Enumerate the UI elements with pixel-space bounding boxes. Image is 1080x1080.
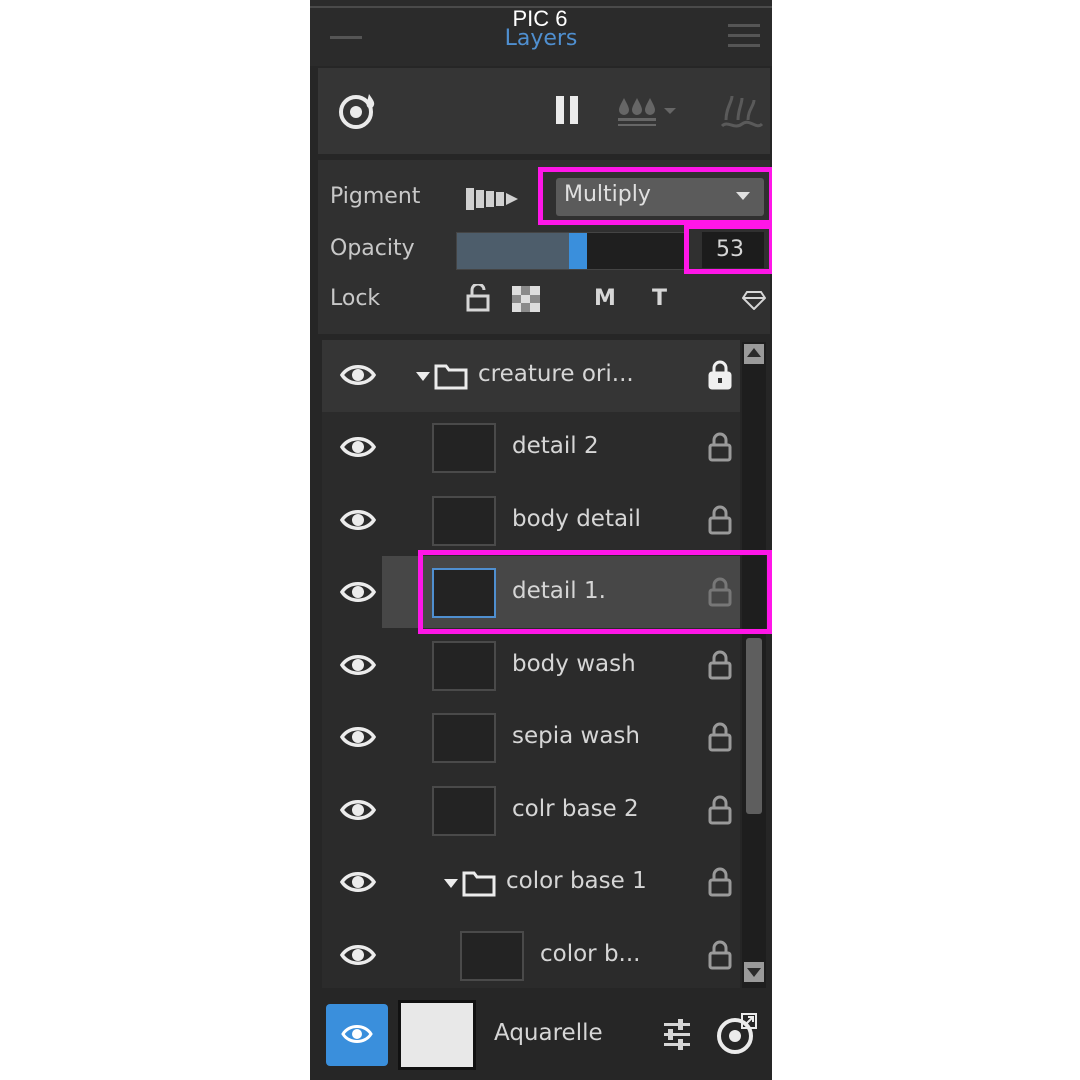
lock-toggle-icon[interactable] xyxy=(708,940,732,970)
scroll-down-button[interactable] xyxy=(744,962,764,982)
expand-caret-icon[interactable] xyxy=(444,879,458,888)
lock-toggle-icon[interactable] xyxy=(708,722,732,752)
water-splash-icon[interactable] xyxy=(720,90,764,134)
lock-text-button[interactable]: T xyxy=(652,286,667,311)
layer-name: sepia wash xyxy=(512,723,640,749)
panel-footer: Aquarelle xyxy=(310,990,772,1080)
lock-transparency-icon[interactable] xyxy=(512,286,540,312)
visibility-eye-icon[interactable] xyxy=(340,724,376,750)
opacity-slider-fill xyxy=(457,233,578,269)
selected-layer-highlight xyxy=(418,550,772,634)
layer-row[interactable]: detail 2 xyxy=(322,412,750,484)
drops-dropdown-icon[interactable] xyxy=(618,94,684,128)
layer-thumbnail[interactable] xyxy=(432,641,496,691)
paper-texture-thumbnail[interactable] xyxy=(398,1000,476,1070)
layer-name: color base 1 xyxy=(506,868,647,894)
visibility-eye-icon[interactable] xyxy=(340,869,376,895)
picture-caption: PIC 6 xyxy=(512,6,568,31)
opacity-slider-handle[interactable] xyxy=(569,233,587,269)
scrollbar[interactable] xyxy=(742,342,766,988)
folder-icon xyxy=(434,364,468,390)
layer-thumbnail[interactable] xyxy=(432,786,496,836)
pigment-label: Pigment xyxy=(330,184,421,209)
paper-settings-icon[interactable] xyxy=(714,1012,760,1056)
visibility-eye-icon[interactable] xyxy=(340,434,376,460)
sliders-icon[interactable] xyxy=(662,1018,692,1050)
layer-group-row[interactable]: creature ori... xyxy=(322,340,750,412)
visibility-eye-icon[interactable] xyxy=(340,362,376,388)
pigment-brush-icon[interactable] xyxy=(466,188,518,210)
layer-name: creature ori... xyxy=(478,361,634,387)
expand-caret-icon[interactable] xyxy=(416,372,430,381)
layer-name: detail 2 xyxy=(512,433,599,459)
scroll-thumb[interactable] xyxy=(746,638,762,814)
paper-name: Aquarelle xyxy=(494,1020,603,1046)
layer-row[interactable]: body detail xyxy=(322,485,750,557)
layer-row[interactable]: body wash xyxy=(322,630,750,702)
lock-open-icon[interactable] xyxy=(466,284,490,312)
layer-row[interactable]: colr base 2 xyxy=(322,775,750,847)
lock-mask-button[interactable]: M xyxy=(594,286,616,311)
layer-group-row[interactable]: color base 1 xyxy=(322,847,750,919)
layer-name: colr base 2 xyxy=(512,796,639,822)
menu-icon[interactable] xyxy=(728,24,760,48)
opacity-slider[interactable] xyxy=(456,232,686,270)
lock-icon[interactable] xyxy=(708,360,732,390)
visibility-eye-icon[interactable] xyxy=(340,942,376,968)
layer-name: body wash xyxy=(512,651,636,677)
visibility-eye-icon[interactable] xyxy=(340,507,376,533)
paper-visibility-button[interactable] xyxy=(326,1004,388,1066)
lock-label: Lock xyxy=(330,286,381,311)
diamond-icon[interactable] xyxy=(742,290,766,310)
layers-panel: Layers Pigment Multiply Opacity 53 Lock … xyxy=(310,0,772,1080)
lock-toggle-icon[interactable] xyxy=(708,867,732,897)
wet-layer-icon[interactable] xyxy=(336,90,380,132)
layer-thumbnail[interactable] xyxy=(460,931,524,981)
scroll-up-button[interactable] xyxy=(744,344,764,364)
layer-thumbnail[interactable] xyxy=(432,713,496,763)
visibility-eye-icon[interactable] xyxy=(340,579,376,605)
eye-icon xyxy=(341,1025,373,1043)
layer-name: color b... xyxy=(540,941,641,967)
layer-row[interactable]: sepia wash xyxy=(322,702,750,774)
visibility-eye-icon[interactable] xyxy=(340,652,376,678)
layer-row[interactable]: color b... xyxy=(322,920,750,992)
lock-toggle-icon[interactable] xyxy=(708,432,732,462)
layer-thumbnail[interactable] xyxy=(432,496,496,546)
lock-toggle-icon[interactable] xyxy=(708,795,732,825)
layer-thumbnail[interactable] xyxy=(432,423,496,473)
opacity-value-highlight xyxy=(684,224,772,274)
lock-toggle-icon[interactable] xyxy=(708,505,732,535)
lock-toggle-icon[interactable] xyxy=(708,650,732,680)
opacity-label: Opacity xyxy=(330,236,415,261)
visibility-eye-icon[interactable] xyxy=(340,797,376,823)
blend-mode-highlight xyxy=(538,167,772,225)
pause-icon[interactable] xyxy=(554,96,580,124)
layer-name: body detail xyxy=(512,506,641,532)
layer-toolbar xyxy=(318,68,770,154)
folder-icon xyxy=(462,871,496,897)
